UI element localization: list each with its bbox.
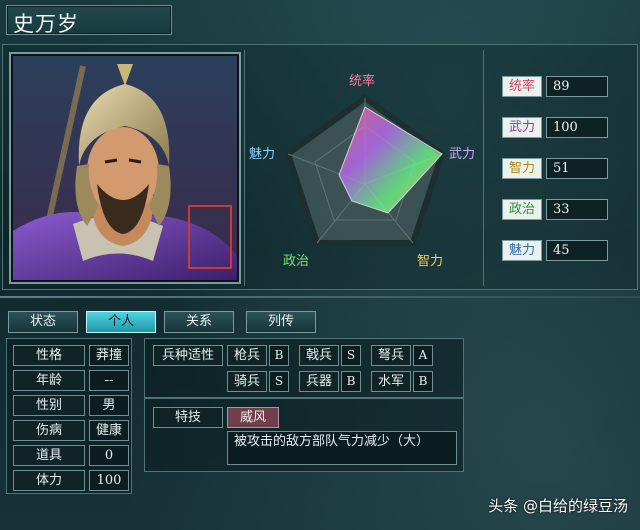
troop-aptitude-crossbow: 弩兵 A	[371, 345, 435, 366]
section-divider	[0, 296, 640, 298]
skill-description: 被攻击的敌方部队气力减少（大）	[227, 431, 457, 465]
tab-relations[interactable]: 关系	[164, 311, 234, 333]
officer-screen: 史万岁 统率 武力 智力 政治 魅力 统率 89 武力 100 智力 51 政治…	[0, 0, 640, 530]
tab-biography[interactable]: 列传	[246, 311, 316, 333]
info-value: 健康	[89, 420, 129, 441]
stat-label: 智力	[502, 158, 542, 179]
stat-value: 45	[546, 240, 608, 261]
skill-label: 特技	[153, 407, 223, 428]
info-value: 莽撞	[89, 345, 129, 366]
info-row-stamina: 体力 100	[7, 468, 133, 493]
tab-status[interactable]: 状态	[8, 311, 78, 333]
stat-row-leadership: 统率 89	[496, 74, 616, 98]
troop-aptitude-halberd: 戟兵 S	[299, 345, 363, 366]
radar-label-charisma: 魅力	[249, 147, 276, 162]
info-row-personality: 性格 莽撞	[7, 343, 133, 368]
officer-name-box: 史万岁	[6, 5, 172, 36]
officer-name: 史万岁	[13, 12, 79, 36]
personal-info-panel: 性格 莽撞 年龄 -- 性别 男 伤病 健康 道具 0 体力 100	[6, 338, 132, 494]
radar-label-politics: 政治	[283, 254, 310, 269]
info-row-age: 年龄 --	[7, 368, 133, 393]
info-row-injury: 伤病 健康	[7, 418, 133, 443]
troop-aptitude-panel: 兵种适性 枪兵 B 戟兵 S 弩兵 A 骑兵 S 兵器 B 水军 B	[144, 338, 464, 398]
stat-row-politics: 政治 33	[496, 197, 616, 221]
info-row-gender: 性别 男	[7, 393, 133, 418]
info-label: 伤病	[13, 420, 85, 441]
info-value: 100	[89, 470, 129, 491]
stat-label: 魅力	[502, 240, 542, 261]
info-label: 性别	[13, 395, 85, 416]
troop-grade: B	[341, 371, 361, 392]
stat-row-war: 武力 100	[496, 115, 616, 139]
stat-row-intelligence: 智力 51	[496, 156, 616, 180]
stat-row-charisma: 魅力 45	[496, 238, 616, 262]
info-label: 体力	[13, 470, 85, 491]
troop-grade: A	[413, 345, 433, 366]
watermark-text: 头条 @白给的绿豆汤	[488, 497, 628, 515]
tab-personal[interactable]: 个人	[86, 311, 156, 333]
info-value: --	[89, 370, 129, 391]
stat-label: 武力	[502, 117, 542, 138]
radar-label-intelligence: 智力	[417, 254, 444, 269]
troop-aptitude-spear: 枪兵 B	[227, 345, 291, 366]
info-label: 道具	[13, 445, 85, 466]
troop-name: 兵器	[299, 371, 339, 392]
info-row-item: 道具 0	[7, 443, 133, 468]
troop-aptitude-cavalry: 骑兵 S	[227, 371, 291, 392]
info-label: 年龄	[13, 370, 85, 391]
stat-label: 统率	[502, 76, 542, 97]
info-value: 男	[89, 395, 129, 416]
officer-portrait	[9, 52, 241, 284]
skill-panel: 特技 威风 被攻击的敌方部队气力减少（大）	[144, 398, 464, 472]
troop-name: 骑兵	[227, 371, 267, 392]
portrait-image	[13, 56, 237, 280]
troop-grade: B	[269, 345, 289, 366]
troop-name: 弩兵	[371, 345, 411, 366]
skill-name[interactable]: 威风	[227, 407, 279, 428]
troop-name: 戟兵	[299, 345, 339, 366]
info-value: 0	[89, 445, 129, 466]
stat-value: 51	[546, 158, 608, 179]
stat-value: 33	[546, 199, 608, 220]
stat-value: 100	[546, 117, 608, 138]
troop-name: 水军	[371, 371, 411, 392]
attribute-radar: 统率 武力 智力 政治 魅力	[244, 50, 484, 286]
stat-value: 89	[546, 76, 608, 97]
info-label: 性格	[13, 345, 85, 366]
troop-aptitude-siege: 兵器 B	[299, 371, 363, 392]
troop-grade: B	[413, 371, 433, 392]
radar-label-war: 武力	[449, 147, 476, 162]
radar-label-leadership: 统率	[349, 74, 376, 89]
troop-aptitude-navy: 水军 B	[371, 371, 435, 392]
troop-grade: S	[269, 371, 289, 392]
troop-aptitude-header: 兵种适性	[153, 345, 223, 366]
troop-name: 枪兵	[227, 345, 267, 366]
stat-label: 政治	[502, 199, 542, 220]
troop-grade: S	[341, 345, 361, 366]
